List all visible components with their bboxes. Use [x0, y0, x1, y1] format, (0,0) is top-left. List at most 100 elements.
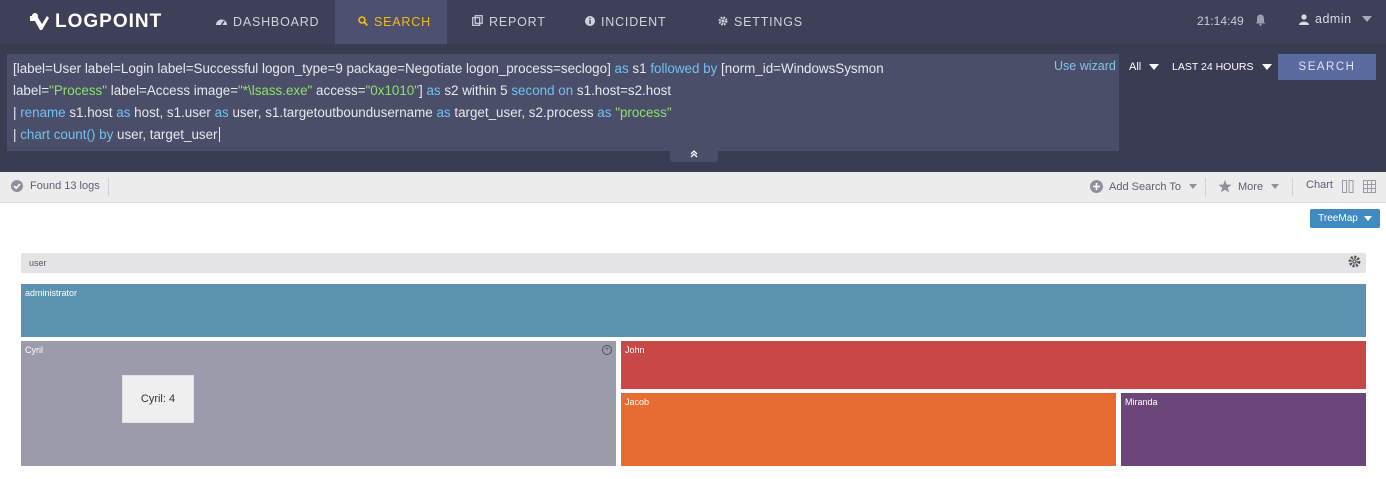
- treemap-tooltip-text: Cyril: 4: [140, 393, 176, 405]
- clock: 21:14:49: [1197, 14, 1244, 28]
- collapse-query-button[interactable]: [670, 150, 718, 162]
- treemap-type-dropdown[interactable]: TreeMap: [1310, 209, 1380, 228]
- user-icon: [1299, 13, 1309, 25]
- zoom-circle-icon[interactable]: +: [602, 345, 612, 355]
- query-text: [label=User label=Login label=Successful…: [13, 61, 611, 76]
- logpoint-logo-icon: [30, 13, 49, 30]
- query-keyword: as: [597, 105, 612, 120]
- add-search-to-dropdown[interactable]: Add Search To: [1090, 180, 1197, 193]
- gear-icon: [718, 15, 728, 29]
- repo-scope-dropdown[interactable]: All: [1129, 61, 1160, 73]
- divider: [1205, 178, 1206, 196]
- user-menu[interactable]: admin: [1299, 12, 1372, 26]
- repo-scope-value: All: [1129, 61, 1142, 73]
- treemap-tile-label: Cyril: [25, 345, 43, 355]
- treemap-tile-label: Jacob: [625, 397, 650, 407]
- chart-view-toggle[interactable]: Chart: [1306, 179, 1333, 191]
- query-string: "*\lsass.exe": [238, 83, 313, 98]
- nav-report[interactable]: REPORT: [472, 0, 546, 44]
- query-line-1: [label=User label=Login label=Successful…: [13, 58, 1113, 80]
- query-pipe: |: [13, 105, 17, 120]
- query-text: s1: [632, 61, 647, 76]
- query-keyword: as: [614, 61, 629, 76]
- double-chevron-up-icon: [690, 150, 698, 158]
- timerange-dropdown[interactable]: LAST 24 HOURS: [1172, 61, 1272, 73]
- query-text: s1.host=s2.host: [576, 83, 672, 98]
- brand-name: LOGPOINT: [55, 11, 163, 32]
- found-count-label: Found 13 logs: [30, 180, 100, 192]
- query-text: user, target_user: [117, 127, 218, 142]
- treemap-tile-administrator[interactable]: administrator: [21, 284, 1366, 337]
- nav-settings-label: SETTINGS: [734, 15, 803, 29]
- search-button[interactable]: SEARCH: [1278, 54, 1376, 80]
- query-text: user, s1.targetoutboundusername: [232, 105, 433, 120]
- query-keyword: followed by: [650, 61, 718, 76]
- query-keyword: on: [558, 83, 574, 98]
- nav-report-label: REPORT: [489, 15, 546, 29]
- query-keyword: as: [436, 105, 451, 120]
- treemap-tile-john[interactable]: John: [621, 341, 1366, 389]
- query-text: [norm_id=WindowsSysmon: [721, 61, 884, 76]
- treemap-tile-label: Miranda: [1125, 397, 1158, 407]
- chevron-down-icon: [1188, 184, 1197, 189]
- gear-icon[interactable]: [1348, 255, 1361, 270]
- nav-dashboard[interactable]: DASHBOARD: [216, 0, 319, 44]
- treemap-tooltip: Cyril: 4: [122, 375, 194, 423]
- query-keyword: chart count(): [20, 127, 96, 142]
- query-text: label=: [13, 83, 50, 98]
- nav-search[interactable]: SEARCH: [335, 0, 447, 44]
- search-icon: [358, 15, 369, 29]
- query-keyword: as: [214, 105, 229, 120]
- divider: [108, 178, 109, 196]
- treemap-field-label: user: [29, 258, 47, 268]
- query-string: "0x1010": [365, 83, 419, 98]
- nav-incident-label: INCIDENT: [601, 15, 667, 29]
- query-keyword: rename: [20, 105, 66, 120]
- query-pipe: |: [13, 127, 17, 142]
- query-bar: [label=User label=Login label=Successful…: [0, 44, 1386, 172]
- info-icon: [585, 15, 595, 29]
- username: admin: [1315, 12, 1352, 26]
- query-line-4: | chart count() by user, target_user: [13, 124, 1113, 146]
- logpoint-logo[interactable]: LOGPOINT: [28, 10, 162, 34]
- query-text: ]: [419, 83, 423, 98]
- use-wizard-link[interactable]: Use wizard: [1054, 59, 1116, 73]
- top-navigation-bar: LOGPOINT DASHBOARD SEARCH REPORT INCIDEN…: [0, 0, 1386, 44]
- chevron-down-icon: [1149, 64, 1160, 70]
- add-search-to-label: Add Search To: [1109, 180, 1181, 193]
- treemap-tile-miranda[interactable]: Miranda: [1121, 393, 1366, 466]
- query-text: s1.host: [69, 105, 113, 120]
- timerange-value: LAST 24 HOURS: [1172, 61, 1254, 73]
- column-view-icon[interactable]: [1342, 180, 1354, 193]
- grid-view-icon[interactable]: [1363, 180, 1376, 193]
- report-icon: [472, 15, 483, 29]
- found-count: Found 13 logs: [11, 180, 100, 192]
- treemap-tile-cyril[interactable]: Cyril +: [21, 341, 616, 466]
- query-keyword: second: [511, 83, 555, 98]
- bell-icon[interactable]: [1255, 13, 1266, 31]
- query-string: "Process": [49, 83, 108, 98]
- chevron-down-icon: [1363, 216, 1372, 221]
- treemap-tile-jacob[interactable]: Jacob: [621, 393, 1116, 466]
- dashboard-icon: [216, 16, 227, 29]
- query-text: s2 within 5: [444, 83, 508, 98]
- treemap-tile-label: administrator: [25, 288, 78, 298]
- chart-label: Chart: [1306, 179, 1333, 191]
- more-label: More: [1238, 180, 1264, 193]
- chevron-down-icon: [1271, 184, 1280, 189]
- query-editor[interactable]: [label=User label=Login label=Successful…: [7, 54, 1119, 151]
- nav-settings[interactable]: SETTINGS: [718, 0, 803, 44]
- query-text: host, s1.user: [134, 105, 211, 120]
- more-dropdown[interactable]: More: [1218, 180, 1280, 193]
- query-text: target_user, s2.process: [454, 105, 594, 120]
- chevron-down-icon: [1261, 64, 1272, 70]
- star-icon: [1218, 180, 1232, 193]
- query-keyword: by: [99, 127, 114, 142]
- results-toolbar: Found 13 logs Add Search To More Chart: [0, 172, 1386, 203]
- query-line-3: | rename s1.host as host, s1.user as use…: [13, 102, 1113, 124]
- treemap-tile-label: John: [625, 345, 645, 355]
- query-line-2: label="Process" label=Access image="*\ls…: [13, 80, 1113, 102]
- nav-incident[interactable]: INCIDENT: [585, 0, 666, 44]
- treemap-type-label: TreeMap: [1318, 213, 1358, 224]
- nav-dashboard-label: DASHBOARD: [233, 15, 320, 29]
